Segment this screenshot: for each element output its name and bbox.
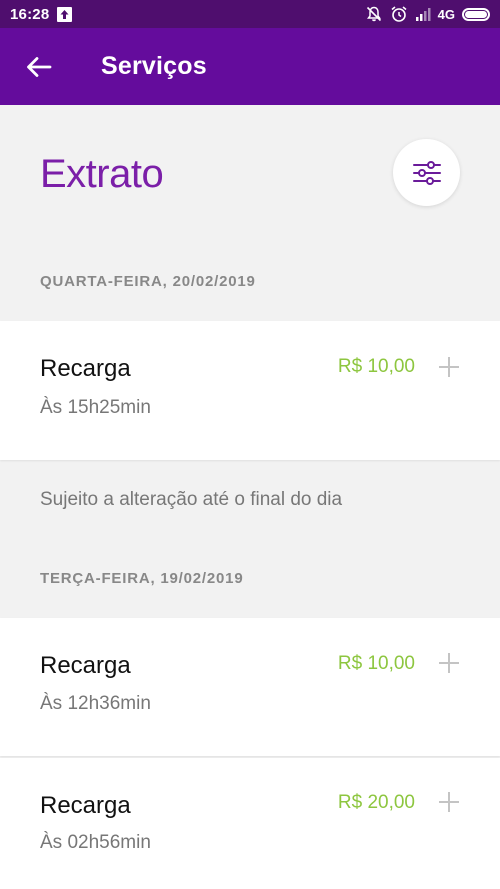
transaction-time: Às 02h56min xyxy=(40,832,151,853)
expand-plus-icon[interactable] xyxy=(438,652,460,674)
back-button[interactable] xyxy=(14,42,64,92)
expand-plus-icon[interactable] xyxy=(438,356,460,378)
mute-notifications-icon xyxy=(366,6,381,22)
upload-icon xyxy=(57,6,73,22)
app-bar-title: Serviços xyxy=(101,52,207,80)
expand-plus-icon[interactable] xyxy=(438,791,460,813)
status-icons: 4G xyxy=(365,5,490,23)
network-type-label: 4G xyxy=(437,6,455,22)
transaction-time: Às 15h25min xyxy=(40,397,151,418)
transaction-title: Recarga xyxy=(40,652,131,679)
transaction-card[interactable]: Recarga Às 12h36min R$ 10,00 xyxy=(0,618,500,756)
date-header: TERÇA-FEIRA, 19/02/2019 xyxy=(40,570,244,587)
arrow-left-icon xyxy=(27,56,52,77)
transaction-card[interactable]: Recarga Às 15h25min R$ 10,00 xyxy=(0,321,500,460)
signal-icon xyxy=(415,8,431,21)
transaction-title: Recarga xyxy=(40,355,131,382)
date-header: QUARTA-FEIRA, 20/02/2019 xyxy=(40,273,256,290)
status-bar: 16:28 4G xyxy=(0,0,500,28)
transaction-amount: R$ 10,00 xyxy=(337,356,415,377)
page-title: Extrato xyxy=(40,152,164,196)
transaction-amount: R$ 10,00 xyxy=(337,653,415,674)
filter-sliders-icon xyxy=(412,160,441,185)
page-header: Extrato xyxy=(0,105,500,245)
transaction-title: Recarga xyxy=(40,792,131,819)
pending-notice: Sujeito a alteração até o final do dia xyxy=(40,489,343,510)
transaction-time: Às 12h36min xyxy=(40,693,151,714)
app-bar: Serviços xyxy=(0,28,500,105)
filter-button[interactable] xyxy=(393,139,460,206)
status-time: 16:28 xyxy=(10,5,50,23)
transaction-amount: R$ 20,00 xyxy=(337,792,415,813)
battery-icon xyxy=(462,7,490,21)
alarm-icon xyxy=(391,6,407,22)
transaction-card[interactable]: Recarga Às 02h56min R$ 20,00 xyxy=(0,758,500,889)
